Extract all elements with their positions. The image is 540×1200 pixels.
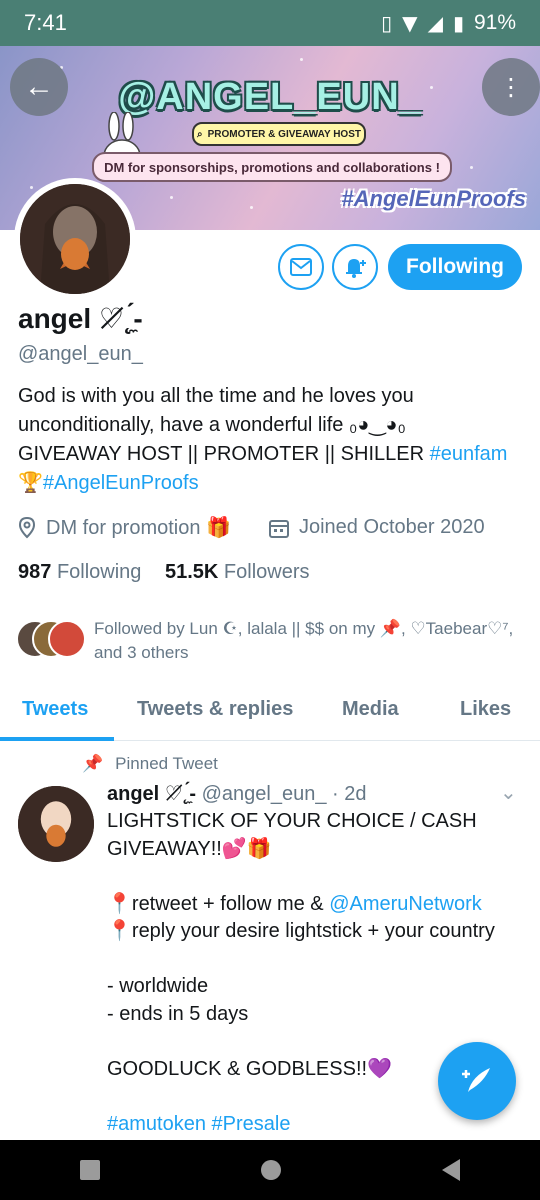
status-time: 7:41 (24, 10, 67, 35)
avatar (48, 620, 86, 658)
avatar-image (18, 786, 94, 862)
hashtag-link[interactable]: #eunfam (430, 443, 508, 465)
profile-location: DM for promotion 🎁 (46, 517, 231, 539)
mutual-followers-avatars[interactable] (16, 620, 86, 658)
bell-plus-icon (346, 259, 366, 278)
notifications-button[interactable] (332, 244, 378, 290)
recents-button[interactable] (80, 1160, 101, 1180)
profile-bio: God is with you all the time and he love… (18, 385, 508, 494)
profile-name: angel ♡̸˛̼́- (18, 303, 143, 334)
banner-hashtag: #AngelEunProofs (341, 186, 526, 211)
tweet-time: · 2d (332, 783, 367, 805)
tab-tweets[interactable]: Tweets (22, 698, 88, 721)
profile-meta: DM for promotion 🎁 Joined October 2020 (18, 515, 485, 540)
chevron-down-icon[interactable]: ⌄ (500, 780, 517, 805)
vibrate-icon: ▯ (381, 11, 393, 35)
tweet-author-handle: @angel_eun_ (201, 783, 327, 805)
hashtag-link[interactable]: #Presale (212, 1113, 291, 1135)
hashtag-link[interactable]: #amutoken (107, 1113, 206, 1135)
mail-icon (290, 258, 312, 276)
tab-likes[interactable]: Likes (460, 698, 511, 721)
banner-title: @ANGEL_EUN_ (118, 76, 422, 118)
profile-handle: @angel_eun_ (18, 343, 143, 365)
pinned-label: 📌 Pinned Tweet (82, 754, 218, 773)
location-pin-icon (18, 516, 36, 538)
active-tab-indicator (0, 737, 114, 741)
wifi-icon: ▼ (402, 11, 418, 35)
following-count-link[interactable]: 987 Following (18, 561, 141, 583)
profile-tabs: Tweets Tweets & replies Media Likes (0, 688, 540, 741)
profile-avatar[interactable] (14, 178, 136, 300)
following-button[interactable]: Following (388, 244, 522, 290)
tab-tweets-replies[interactable]: Tweets & replies (137, 698, 293, 721)
back-nav-button[interactable] (441, 1159, 460, 1181)
battery-icon: ▮ (452, 11, 464, 35)
status-bar: 7:41 ▯ ▼ ◢ ▮ 91% (0, 0, 540, 46)
system-nav-bar (0, 1140, 540, 1200)
followed-by-text[interactable]: Followed by Lun ☪, lalala || $$ on my 📌,… (94, 617, 524, 665)
search-icon: ⌕ (197, 128, 203, 140)
profile-joined: Joined October 2020 (298, 516, 485, 538)
tweet-header: angel ♡̸˛̼́- @angel_eun_ · 2d (107, 781, 367, 806)
tweet-author-name[interactable]: angel ♡̸˛̼́- (107, 783, 196, 805)
pin-icon: 📌 (82, 754, 104, 773)
promoter-tag: ⌕ PROMOTER & GIVEAWAY HOST (192, 122, 366, 146)
calendar-icon (268, 519, 289, 538)
battery-percent: 91% (473, 11, 516, 34)
follow-counts: 987 Following 51.5K Followers (18, 561, 310, 584)
feather-plus-icon (462, 1068, 490, 1092)
trophy-icon: 🏆 (18, 472, 43, 494)
avatar-image (20, 184, 130, 294)
followers-count-link[interactable]: 51.5K Followers (165, 561, 310, 583)
tab-media[interactable]: Media (342, 698, 399, 721)
mention-link[interactable]: @AmeruNetwork (329, 893, 482, 915)
tweet-author-avatar[interactable] (18, 786, 94, 862)
dm-sponsorship-text: DM for sponsorships, promotions and coll… (92, 152, 452, 182)
signal-icon: ◢ (427, 11, 443, 35)
hashtag-link[interactable]: #AngelEunProofs (43, 472, 199, 494)
home-button[interactable] (260, 1160, 281, 1180)
compose-tweet-button[interactable] (438, 1042, 516, 1120)
message-button[interactable] (278, 244, 324, 290)
